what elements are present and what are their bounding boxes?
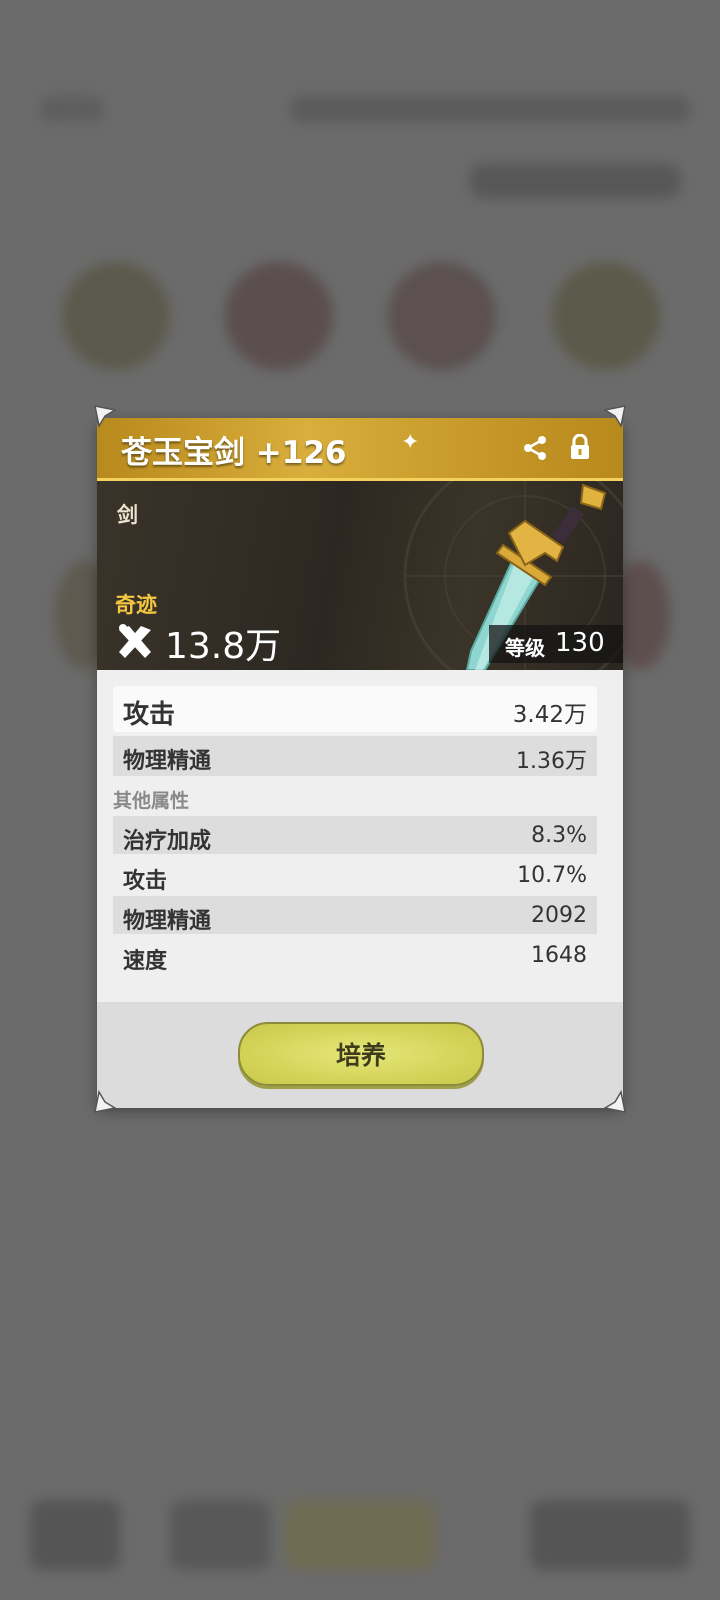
corner-ornament-icon <box>94 405 117 428</box>
corner-ornament-icon <box>603 1090 626 1113</box>
lock-icon[interactable] <box>569 434 591 460</box>
other-stat-row: 物理精通 2092 <box>113 896 597 934</box>
stat-name: 物理精通 <box>123 749 212 774</box>
weapon-name: 苍玉宝剑 +126 <box>121 435 347 471</box>
stat-name: 物理精通 <box>123 909 212 934</box>
cultivate-button[interactable]: 培养 <box>238 1022 484 1086</box>
share-icon[interactable] <box>521 434 549 462</box>
main-stat-row: 攻击 3.42万 <box>113 686 597 732</box>
stat-value: 1.36万 <box>516 749 587 774</box>
stat-name: 速度 <box>123 949 168 974</box>
weapon-hero: 剑 奇迹 13.8万 等级 130 <box>97 481 623 670</box>
rarity-label: 奇迹 <box>115 593 157 617</box>
level-value: 130 <box>555 628 605 658</box>
stat-value: 8.3% <box>531 823 587 848</box>
stat-value: 10.7% <box>517 863 587 888</box>
stat-value: 1648 <box>531 943 587 968</box>
weapon-detail-card: 苍玉宝剑 +126 ✦ 剑 奇迹 13.8万 等级 130 攻击 3.42万 物… <box>97 418 623 1108</box>
stat-name: 攻击 <box>123 869 168 894</box>
stat-name: 攻击 <box>123 700 176 730</box>
title-bar: 苍玉宝剑 +126 ✦ <box>97 418 623 481</box>
other-stats-header: 其他属性 <box>113 790 190 812</box>
corner-ornament-icon <box>603 405 626 428</box>
stats-panel: 攻击 3.42万 物理精通 1.36万 其他属性 治疗加成 8.3% 攻击 10… <box>97 670 623 1002</box>
corner-ornament-icon <box>94 1090 117 1113</box>
other-stat-row: 攻击 10.7% <box>113 856 597 894</box>
other-stat-row: 速度 1648 <box>113 936 597 974</box>
level-label: 等级 <box>505 636 545 660</box>
power-value: 13.8万 <box>165 626 282 667</box>
stat-value: 3.42万 <box>512 702 587 728</box>
stat-value: 2092 <box>531 903 587 928</box>
power-icon <box>119 624 151 658</box>
level-badge: 等级 130 <box>489 625 623 663</box>
main-stat-row: 物理精通 1.36万 <box>113 736 597 776</box>
stat-name: 治疗加成 <box>123 829 212 854</box>
other-stat-row: 治疗加成 8.3% <box>113 816 597 854</box>
weapon-type: 剑 <box>117 503 138 527</box>
sparkle-icon: ✦ <box>401 430 420 455</box>
